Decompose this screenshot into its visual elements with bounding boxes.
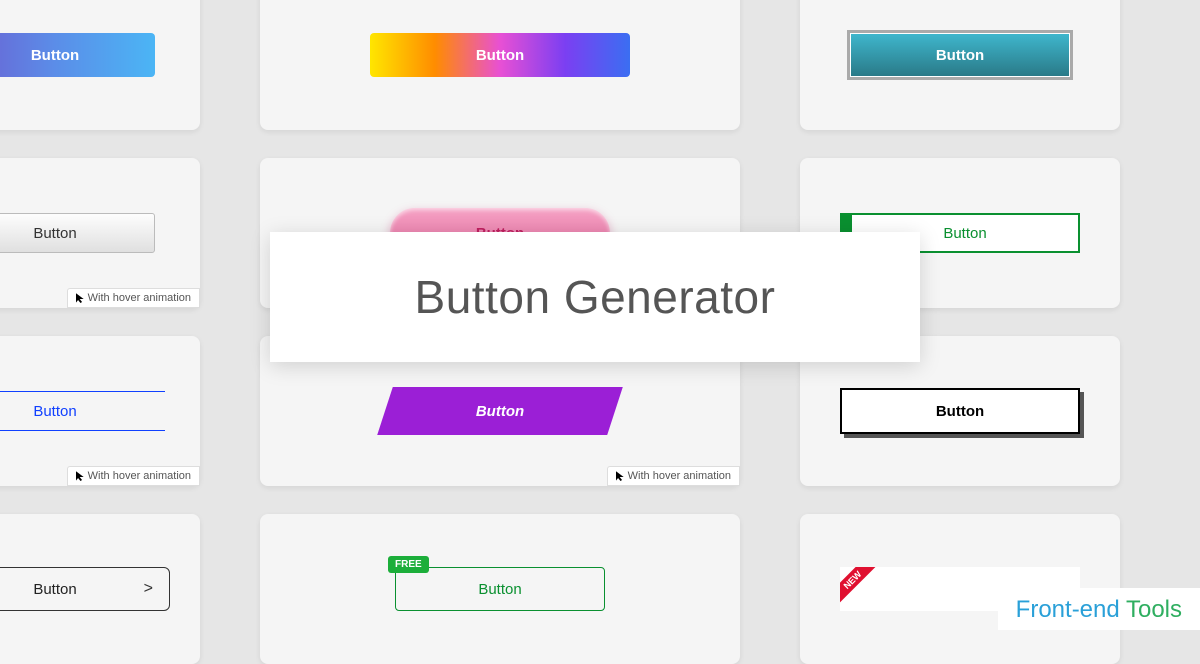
button-label: Button: [478, 581, 521, 598]
brand-label: Front-end Tools: [998, 588, 1200, 630]
button-gradient-blue[interactable]: Button: [0, 33, 155, 77]
brand-frontend: Front-end: [1016, 596, 1126, 623]
button-teal-framed[interactable]: Button: [850, 33, 1070, 77]
free-badge: FREE: [388, 556, 429, 573]
page-title: Button Generator: [415, 270, 776, 324]
button-purple-skew[interactable]: Button: [377, 387, 623, 435]
card-blue-lines: Button With hover animation: [0, 336, 200, 486]
button-label: Button: [33, 581, 76, 598]
hover-label: With hover animation: [628, 470, 731, 482]
card-classic-gray: Button With hover animation: [0, 158, 200, 308]
hover-animation-tag: With hover animation: [67, 466, 200, 486]
hover-label: With hover animation: [88, 470, 191, 482]
title-overlay: Button Generator: [270, 232, 920, 362]
button-black-shadow[interactable]: Button: [840, 388, 1080, 434]
new-ribbon: NEW: [840, 567, 883, 611]
button-green-badge[interactable]: Button FREE: [395, 567, 605, 611]
button-blue-lines[interactable]: Button: [0, 391, 165, 431]
button-gradient-rainbow[interactable]: Button: [370, 33, 630, 77]
brand-tools: Tools: [1126, 596, 1182, 623]
card-teal-framed: Button: [800, 0, 1120, 130]
card-gradient-blue: Button: [0, 0, 200, 130]
chevron-right-icon: >: [144, 580, 153, 598]
hover-animation-tag: With hover animation: [607, 466, 740, 486]
hover-animation-tag: With hover animation: [67, 288, 200, 308]
card-green-badge: Button FREE: [260, 514, 740, 664]
card-gradient-rainbow: Button: [260, 0, 740, 130]
button-classic-gray[interactable]: Button: [0, 213, 155, 253]
hover-label: With hover animation: [88, 292, 191, 304]
button-label: Button: [476, 403, 524, 420]
card-outline-chevron: Button >: [0, 514, 200, 664]
button-outline-chevron[interactable]: Button >: [0, 567, 170, 611]
